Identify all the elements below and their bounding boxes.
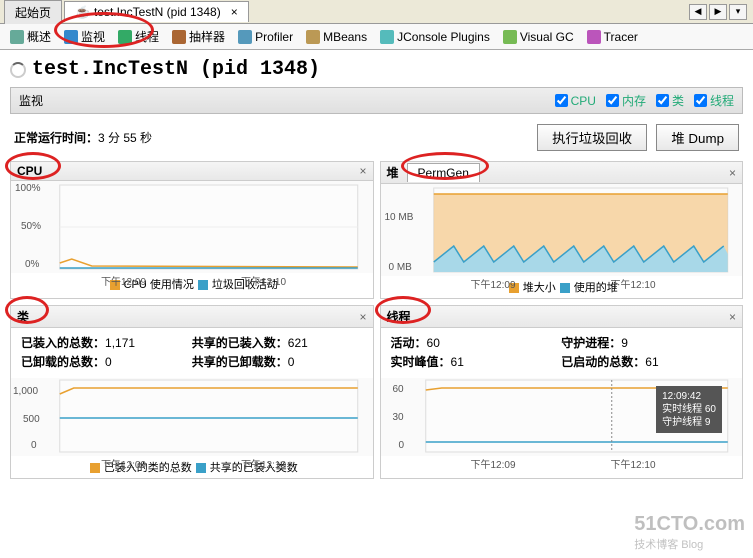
monitor-icon xyxy=(64,30,78,44)
tab-label: test.IncTestN (pid 1348) xyxy=(94,5,221,19)
profiler-icon xyxy=(238,30,252,44)
close-icon[interactable]: × xyxy=(729,310,736,324)
chart-cpu: CPU× 100% 50% 0% 下午12:09 下午12:10 CPU 使用情… xyxy=(10,161,374,299)
overview-icon xyxy=(10,30,24,44)
close-icon[interactable]: × xyxy=(729,166,736,180)
page-title: test.IncTestN (pid 1348) xyxy=(32,58,320,81)
check-mem[interactable]: 内存 xyxy=(606,92,646,109)
uptime-value: 3 分 55 秒 xyxy=(98,131,152,145)
nav-next-button[interactable]: ▶ xyxy=(709,4,727,20)
chart-title: 类 xyxy=(17,308,29,325)
tab-app[interactable]: ☕ test.IncTestN (pid 1348) × xyxy=(64,1,249,22)
toolbar-sampler[interactable]: 抽样器 xyxy=(166,24,232,49)
chart-heap: 堆PermGen× 10 MB 0 MB 下午12:09 下午12:10 堆大小… xyxy=(380,161,744,299)
sampler-icon xyxy=(172,30,186,44)
legend: 堆大小使用的堆 xyxy=(381,276,743,298)
toolbar-visualgc[interactable]: Visual GC xyxy=(497,26,581,48)
tab-start[interactable]: 起始页 xyxy=(4,0,62,24)
toolbar-mbeans[interactable]: MBeans xyxy=(300,26,374,48)
threads-icon xyxy=(118,30,132,44)
check-cpu[interactable]: CPU xyxy=(555,92,596,109)
panel-label: 监视 xyxy=(19,92,43,109)
toolbar-threads[interactable]: 线程 xyxy=(112,24,166,49)
toolbar-profiler[interactable]: Profiler xyxy=(232,26,300,48)
tooltip: 12:09:42实时线程 60守护线程 9 xyxy=(656,386,722,433)
check-classes[interactable]: 类 xyxy=(656,92,684,109)
java-icon: ☕ xyxy=(75,5,90,19)
tab-permgen[interactable]: PermGen xyxy=(407,163,480,182)
chart-title: CPU xyxy=(17,164,42,178)
toolbar-tracer[interactable]: Tracer xyxy=(581,26,645,48)
nav-prev-button[interactable]: ◀ xyxy=(689,4,707,20)
chart-threads: 线程× 活动：60实时峰值：61 守护进程：9已启动的总数：61 60 30 0… xyxy=(380,305,744,479)
visualgc-icon xyxy=(503,30,517,44)
check-threads[interactable]: 线程 xyxy=(694,92,734,109)
jconsole-icon xyxy=(380,30,394,44)
tracer-icon xyxy=(587,30,601,44)
chart-title: 堆 xyxy=(387,166,399,180)
toolbar-jconsole[interactable]: JConsole Plugins xyxy=(374,26,497,48)
spinner-icon xyxy=(10,62,26,78)
close-icon[interactable]: × xyxy=(231,5,238,19)
mbeans-icon xyxy=(306,30,320,44)
watermark: 51CTO.com技术博客 Blog xyxy=(634,513,745,552)
chart-title: 线程 xyxy=(387,308,411,325)
legend: 已装入的类的总数共享的已装入类数 xyxy=(11,456,373,478)
close-icon[interactable]: × xyxy=(359,310,366,324)
heapdump-button[interactable]: 堆 Dump xyxy=(656,124,739,151)
gc-button[interactable]: 执行垃圾回收 xyxy=(537,124,647,151)
nav-menu-button[interactable]: ▾ xyxy=(729,4,747,20)
legend: CPU 使用情况垃圾回收活动 xyxy=(11,273,373,295)
chart-classes: 类× 已装入的总数：1,171已卸载的总数：0 共享的已装入数：621共享的已卸… xyxy=(10,305,374,479)
toolbar-overview[interactable]: 概述 xyxy=(4,24,58,49)
toolbar-monitor[interactable]: 监视 xyxy=(58,24,112,49)
tab-label: 起始页 xyxy=(15,4,51,21)
close-icon[interactable]: × xyxy=(359,164,366,178)
uptime-label: 正常运行时间： xyxy=(14,131,98,145)
